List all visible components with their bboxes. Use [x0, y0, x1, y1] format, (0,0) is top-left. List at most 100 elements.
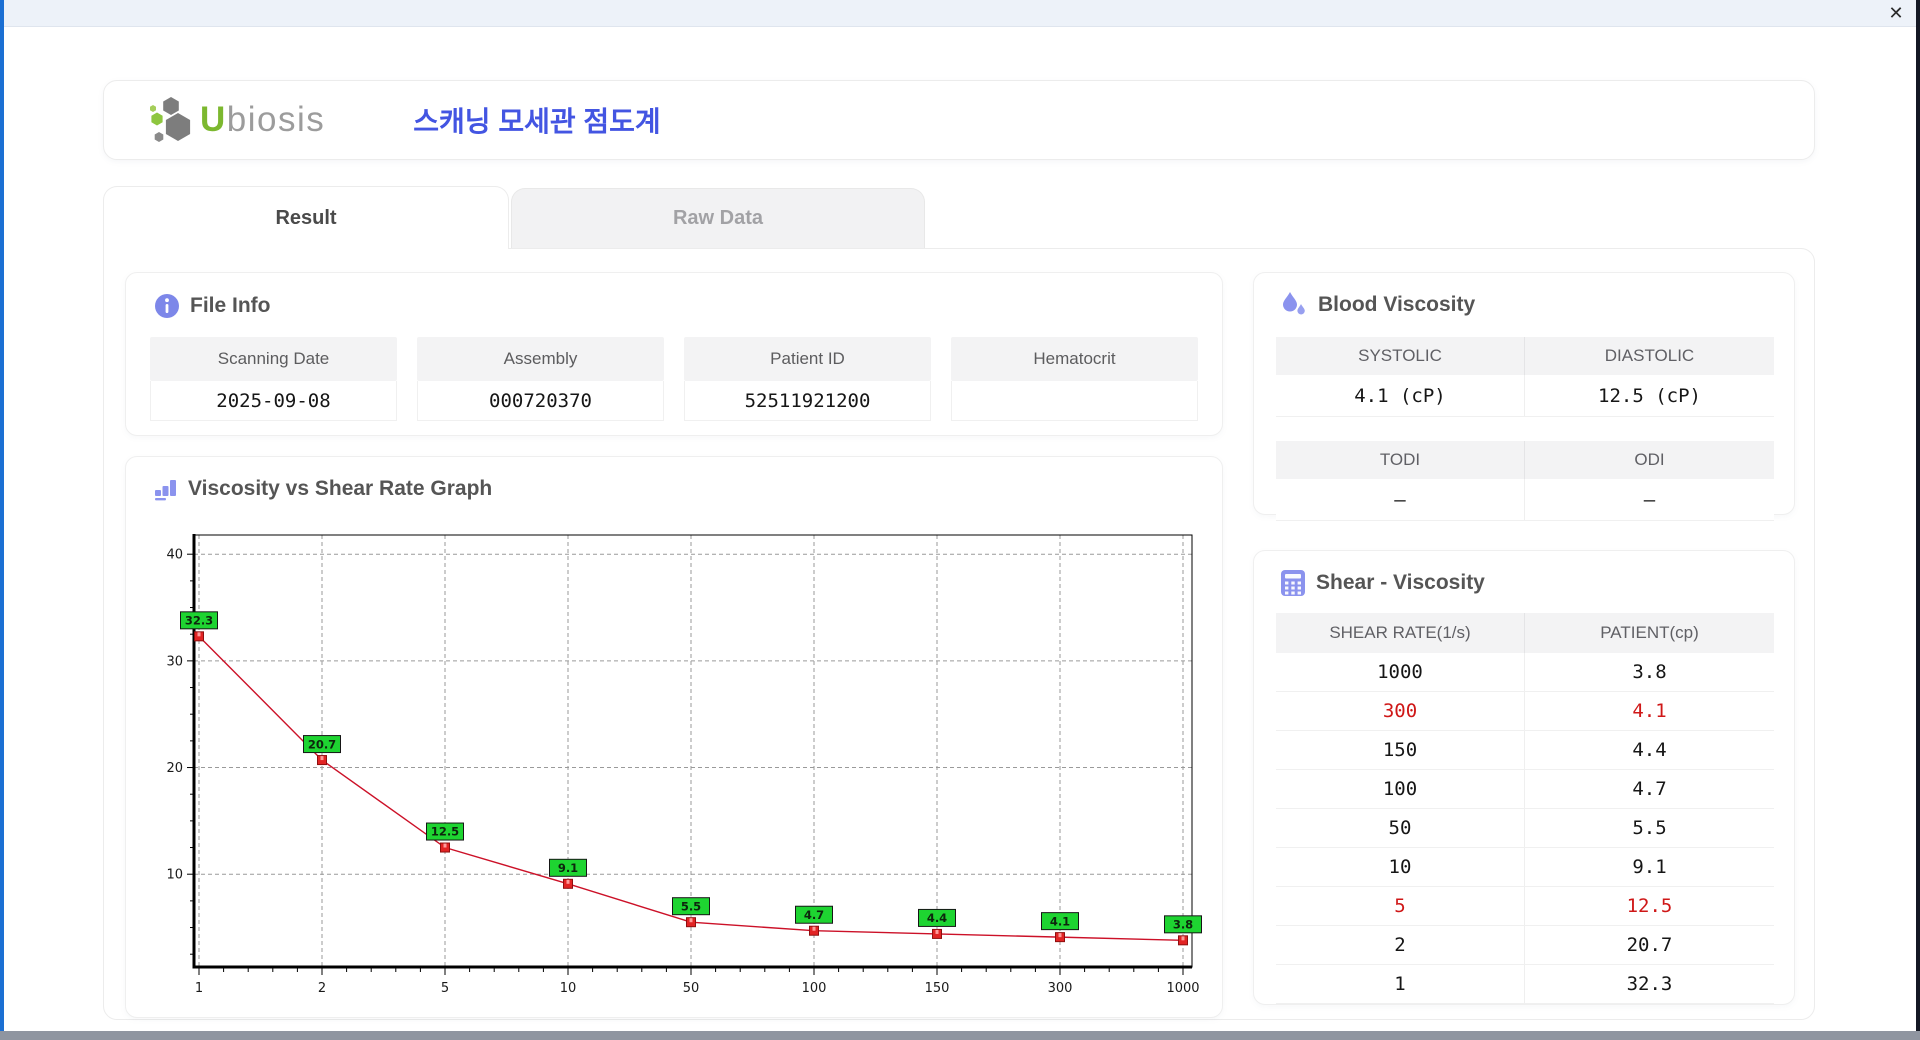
titlebar: ✕	[0, 0, 1920, 27]
todi-odi-table: TODI ODI – –	[1276, 441, 1774, 521]
data-point-label: 4.1	[1050, 914, 1070, 928]
data-point-label: 12.5	[431, 825, 459, 839]
y-tick-label: 20	[166, 761, 183, 776]
patient-cp-cell: 12.5	[1626, 895, 1673, 917]
viscosity-shear-chart: 10 20 30 40 1 2 5 10 50 100 150 300 1000 32.3 20.7 12.5…	[166, 534, 1202, 996]
ubiosis-logo: Ubiosis	[148, 95, 325, 145]
data-point-marker-highlight	[197, 632, 201, 637]
data-point-label: 4.4	[927, 911, 947, 925]
patient-column-header: PATIENT(cp)	[1600, 623, 1699, 642]
close-icon[interactable]: ✕	[1884, 2, 1908, 24]
x-tick-label: 1000	[1166, 981, 1199, 996]
data-point-label: 32.3	[185, 614, 213, 628]
patient-cp-cell: 4.1	[1632, 700, 1667, 722]
file-info-field: Patient ID 52511921200	[684, 337, 931, 421]
header-card: Ubiosis 스캐닝 모세관 점도계	[103, 80, 1815, 160]
logo-rest-letters: biosis	[226, 100, 326, 139]
blood-viscosity-title: Blood Viscosity	[1318, 293, 1476, 316]
file-info-field-value: 52511921200	[684, 381, 931, 421]
file-info-field-value	[951, 381, 1198, 421]
shear-rate-cell: 2	[1276, 926, 1525, 964]
patient-cp-cell: 32.3	[1626, 973, 1673, 995]
file-info-field-label: Scanning Date	[150, 337, 397, 381]
shear-rate-cell: 1000	[1276, 653, 1525, 691]
x-tick-label: 150	[925, 981, 950, 996]
tab-result[interactable]: Result	[103, 186, 509, 249]
app-window: ✕ Ubiosis 스캐닝 모세관 점도계 Result Raw Data Fi…	[0, 0, 1920, 1040]
table-row: 2 20.7	[1276, 926, 1774, 965]
todi-header: TODI	[1276, 441, 1525, 479]
file-info-field-label: Patient ID	[684, 337, 931, 381]
patient-cp-cell: 20.7	[1626, 934, 1673, 956]
patient-cp-cell: 4.7	[1632, 778, 1667, 800]
shear-rate-cell: 150	[1276, 731, 1525, 769]
data-point-marker-highlight	[566, 879, 570, 884]
patient-cp-cell: 9.1	[1632, 856, 1667, 878]
data-point-label: 4.7	[804, 908, 824, 922]
data-point-marker-highlight	[689, 918, 693, 923]
logo-wordmark: Ubiosis	[200, 100, 325, 140]
file-info-field-label: Hematocrit	[951, 337, 1198, 381]
patient-cp-cell: 4.4	[1632, 739, 1667, 761]
patient-cp-cell: 5.5	[1632, 817, 1667, 839]
info-icon	[154, 293, 180, 319]
window-bottom-border	[0, 1031, 1920, 1040]
table-row: 300 4.1	[1276, 692, 1774, 731]
shear-viscosity-title: Shear - Viscosity	[1316, 571, 1485, 594]
table-row: 100 4.7	[1276, 770, 1774, 809]
x-tick-label: 1	[195, 981, 203, 996]
data-point-marker-highlight	[1058, 933, 1062, 938]
file-info-field-label: Assembly	[417, 337, 664, 381]
diastolic-header: DIASTOLIC	[1525, 337, 1774, 375]
file-info-field: Scanning Date 2025-09-08	[150, 337, 397, 421]
systolic-value: 4.1 (cP)	[1276, 375, 1525, 417]
file-info-card: File Info Scanning Date 2025-09-08 Assem…	[125, 272, 1223, 436]
viscosity-graph-card: Viscosity vs Shear Rate Graph 10 20 30 40 1 2…	[125, 456, 1223, 1018]
table-row: 50 5.5	[1276, 809, 1774, 848]
y-tick-label: 40	[166, 548, 183, 563]
systolic-diastolic-table: SYSTOLIC DIASTOLIC 4.1 (cP) 12.5 (cP)	[1276, 337, 1774, 417]
y-tick-label: 10	[166, 868, 183, 883]
file-info-grid: Scanning Date 2025-09-08 Assembly 000720…	[150, 337, 1200, 421]
data-point-label: 9.1	[558, 861, 578, 875]
window-left-border	[0, 0, 4, 1031]
droplets-icon	[1280, 291, 1308, 319]
shear-viscosity-table: SHEAR RATE(1/s) PATIENT(cp) 1000 3.8 300…	[1276, 613, 1774, 1004]
odi-value: –	[1525, 479, 1774, 521]
shear-rate-cell: 10	[1276, 848, 1525, 886]
data-point-marker-highlight	[812, 926, 816, 931]
shear-rate-cell: 1	[1276, 965, 1525, 1003]
tab-raw-data-label: Raw Data	[672, 207, 764, 229]
logo-accent-letter: U	[200, 100, 227, 139]
file-info-field: Hematocrit	[951, 337, 1198, 421]
table-row: 10 9.1	[1276, 848, 1774, 887]
x-tick-label: 10	[560, 981, 577, 996]
diastolic-value: 12.5 (cP)	[1525, 375, 1774, 417]
data-point-marker-highlight	[443, 843, 447, 848]
table-row: 1 32.3	[1276, 965, 1774, 1004]
file-info-field-value: 000720370	[417, 381, 664, 421]
data-point-label: 3.8	[1173, 918, 1193, 932]
tab-result-label: Result	[275, 206, 337, 229]
app-title: 스캐닝 모세관 점도계	[413, 106, 661, 137]
patient-cp-cell: 3.8	[1632, 661, 1667, 683]
x-tick-label: 300	[1048, 981, 1073, 996]
data-point-label: 20.7	[308, 737, 336, 751]
data-point-marker-highlight	[320, 756, 324, 761]
systolic-header: SYSTOLIC	[1276, 337, 1525, 375]
shear-rate-cell: 5	[1276, 887, 1525, 925]
blood-viscosity-card: Blood Viscosity SYSTOLIC DIASTOLIC 4.1 (…	[1253, 272, 1795, 521]
shear-viscosity-card: Shear - Viscosity SHEAR RATE(1/s) PATIEN…	[1253, 550, 1795, 1005]
file-info-field: Assembly 000720370	[417, 337, 664, 421]
odi-header: ODI	[1525, 441, 1774, 479]
data-point-marker-highlight	[935, 929, 939, 934]
bar-chart-icon	[154, 477, 178, 501]
shear-rate-cell: 300	[1276, 692, 1525, 730]
x-tick-label: 5	[441, 981, 449, 996]
y-tick-label: 30	[166, 654, 183, 669]
shear-rate-column-header: SHEAR RATE(1/s)	[1276, 613, 1525, 653]
shear-rate-cell: 50	[1276, 809, 1525, 847]
tab-raw-data[interactable]: Raw Data	[511, 188, 925, 248]
x-tick-label: 100	[802, 981, 827, 996]
hexagon-cluster-icon	[148, 95, 194, 145]
